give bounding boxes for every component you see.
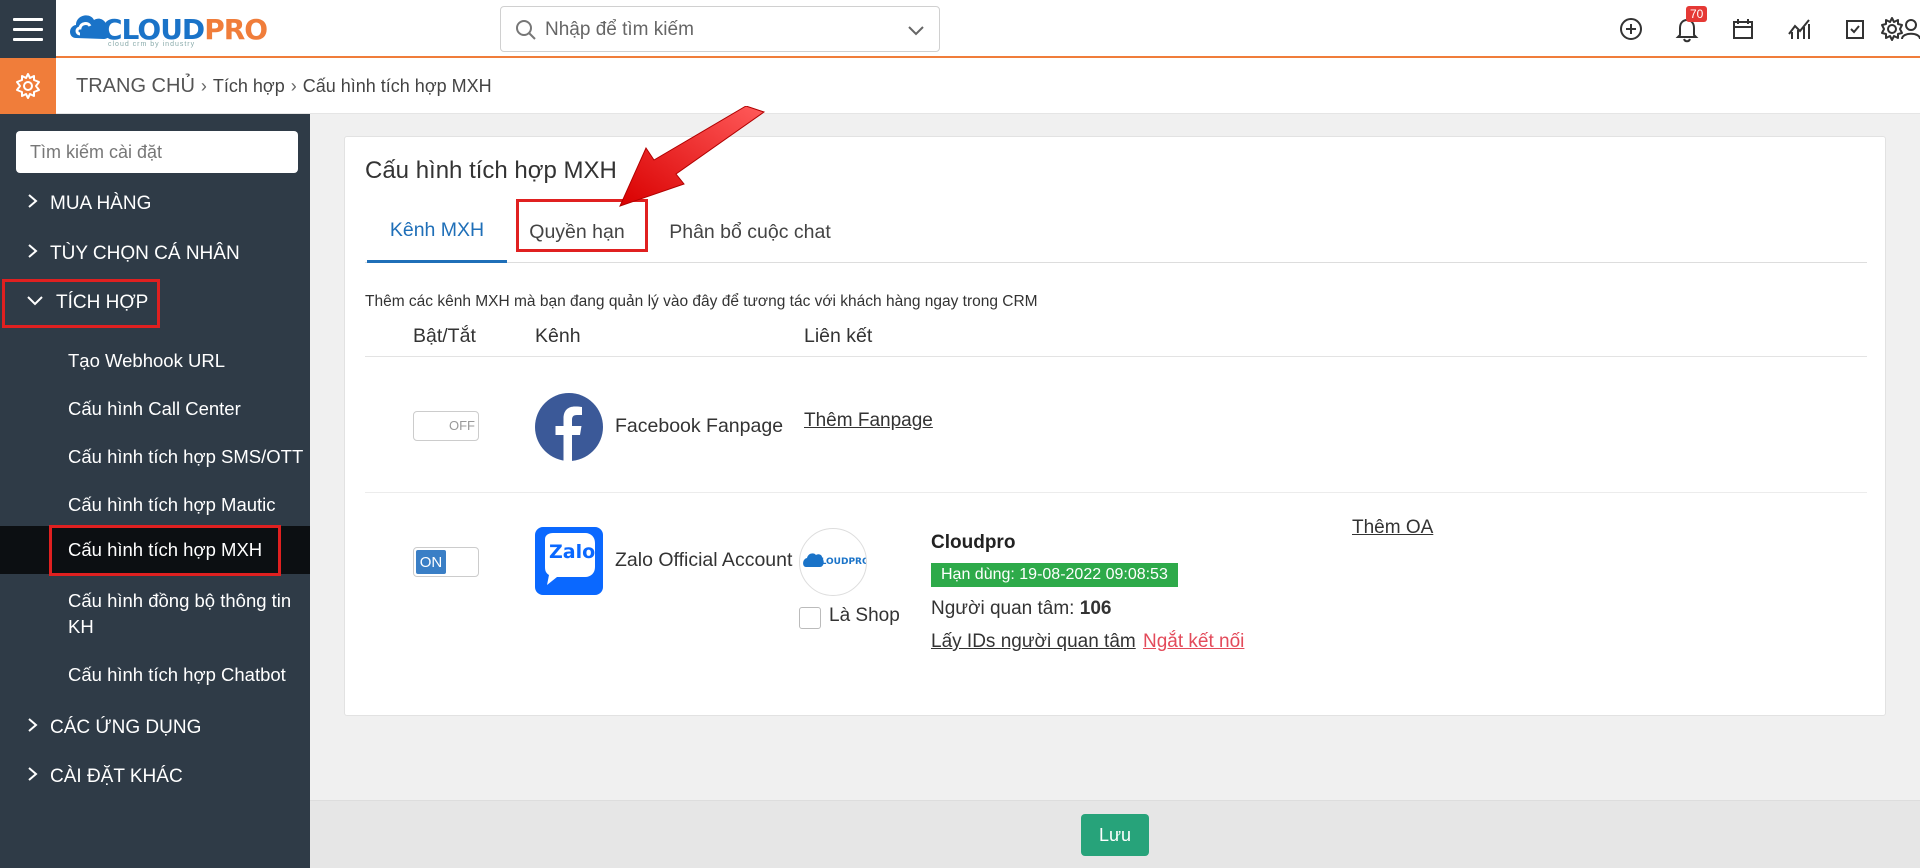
chevron-right-icon <box>26 717 50 739</box>
hamburger-menu-icon[interactable] <box>0 0 56 58</box>
channel-name-facebook: Facebook Fanpage <box>615 415 784 437</box>
column-header-toggle: Bật/Tắt <box>413 325 476 347</box>
header-actions: 70 <box>1500 6 1920 44</box>
zalo-logo-text: Zalo <box>549 541 596 563</box>
expiry-badge: Hạn dùng: 19-08-2022 09:08:53 <box>931 563 1178 587</box>
chevron-right-icon <box>26 243 50 265</box>
facebook-toggle[interactable]: OFF <box>413 411 479 441</box>
sidebar-item-chatbot[interactable]: Cấu hình tích hợp Chatbot <box>0 662 310 688</box>
global-search[interactable] <box>500 6 940 52</box>
chevron-right-icon: › <box>290 76 297 96</box>
disconnect-link[interactable]: Ngắt kết nối <box>1143 631 1244 653</box>
sidebar-section-label: TÍCH HỢP <box>56 292 149 313</box>
breadcrumb-bar: TRANG CHỦ › Tích hợp › Cấu hình tích hợp MXH <box>0 58 1920 114</box>
sidebar-section-cai-dat-khac[interactable]: CÀI ĐẶT KHÁC <box>0 755 310 799</box>
chevron-right-icon <box>26 766 50 788</box>
tab-kenh-mxh[interactable]: Kênh MXH <box>367 201 507 263</box>
top-bar: CLOUDPRO cloud crm by industry 70 <box>0 0 1920 58</box>
main-content: Cấu hình tích hợp MXH Kênh MXH Quyền hạn… <box>310 106 1920 868</box>
tab-bar: Kênh MXH Quyền hạn Phân bổ cuộc chat <box>365 201 1867 263</box>
sidebar-section-tuy-chon[interactable]: TÙY CHỌN CÁ NHÂN <box>0 232 310 276</box>
page-title: Cấu hình tích hợp MXH <box>365 157 617 184</box>
followers-value: 106 <box>1079 598 1112 619</box>
notification-count-badge: 70 <box>1686 6 1708 22</box>
sidebar-item-call-center[interactable]: Cấu hình Call Center <box>0 396 310 422</box>
save-button[interactable]: Lưu <box>1081 814 1149 856</box>
chevron-right-icon <box>26 193 50 215</box>
table-row-facebook: OFF Facebook Fanpage Thêm Fanpage <box>365 357 1867 493</box>
zalo-toggle[interactable]: ON <box>413 547 479 577</box>
toggle-on-label: ON <box>416 550 446 574</box>
sidebar-section-ung-dung[interactable]: CÁC ỨNG DỤNG <box>0 706 310 750</box>
sidebar-item-sms-ott[interactable]: Cấu hình tích hợp SMS/OTT <box>0 444 310 470</box>
breadcrumb-level1[interactable]: Tích hợp <box>213 76 285 96</box>
sidebar-section-tich-hop[interactable]: TÍCH HỢP <box>0 281 310 325</box>
sidebar-section-label: CÀI ĐẶT KHÁC <box>50 766 183 787</box>
sidebar-section-label: CÁC ỨNG DỤNG <box>50 717 202 738</box>
add-fanpage-link[interactable]: Thêm Fanpage <box>804 410 933 432</box>
oa-avatar-text: CLOUDPRO <box>814 557 867 567</box>
sidebar-item-mxh[interactable]: Cấu hình tích hợp MXH <box>0 526 310 574</box>
table-header: Bật/Tắt Kênh Liên kết <box>365 315 1867 357</box>
sidebar-item-webhook[interactable]: Tạo Webhook URL <box>0 348 310 374</box>
add-oa-link[interactable]: Thêm OA <box>1352 517 1433 539</box>
gear-icon <box>16 73 40 99</box>
is-shop-checkbox[interactable] <box>799 607 821 629</box>
oa-avatar: CLOUDPRO <box>799 528 867 596</box>
chevron-down-icon[interactable] <box>907 21 925 39</box>
notifications-button[interactable]: 70 <box>1672 6 1708 44</box>
followers-count: Người quan tâm: 106 <box>931 598 1111 620</box>
facebook-icon <box>535 393 603 461</box>
logo-tagline: cloud crm by industry <box>108 41 196 48</box>
channels-description: Thêm các kênh MXH mà bạn đang quản lý và… <box>365 293 1038 310</box>
sidebar-section-mua-hang[interactable]: MUA HÀNG <box>0 182 310 226</box>
sidebar-item-dong-bo-kh[interactable]: Cấu hình đồng bộ thông tin KH <box>0 588 300 640</box>
sidebar-section-label: TÙY CHỌN CÁ NHÂN <box>50 243 240 264</box>
breadcrumb-home[interactable]: TRANG CHỦ <box>76 75 195 97</box>
search-icon <box>516 20 536 40</box>
sidebar-section-label: MUA HÀNG <box>50 193 152 214</box>
channel-name-zalo: Zalo Official Account <box>615 549 793 571</box>
calendar-icon[interactable] <box>1728 14 1758 44</box>
chevron-down-icon <box>26 292 50 314</box>
settings-sidebar: MUA HÀNG TÙY CHỌN CÁ NHÂN TÍCH HỢP Tạo W… <box>0 114 310 868</box>
breadcrumb-current: Cấu hình tích hợp MXH <box>302 76 492 96</box>
global-search-input[interactable] <box>545 15 885 45</box>
settings-section-icon[interactable] <box>0 58 56 114</box>
get-follower-ids-link[interactable]: Lấy IDs người quan tâm <box>931 631 1136 653</box>
footer-bar: Lưu <box>310 800 1920 868</box>
table-row-zalo: ON Zalo Zalo Official Account CLOUDPRO L… <box>365 493 1867 693</box>
column-header-channel: Kênh <box>535 325 581 347</box>
settings-card: Cấu hình tích hợp MXH Kênh MXH Quyền hạn… <box>344 136 1886 716</box>
sidebar-item-mautic[interactable]: Cấu hình tích hợp Mautic <box>0 492 310 518</box>
chevron-right-icon: › <box>200 76 207 96</box>
oa-account-name: Cloudpro <box>931 532 1016 553</box>
settings-gear-icon[interactable] <box>1877 14 1907 44</box>
app-logo[interactable]: CLOUDPRO cloud crm by industry <box>66 4 276 52</box>
add-circle-icon[interactable] <box>1616 14 1646 44</box>
is-shop-label: Là Shop <box>829 605 900 626</box>
task-check-icon[interactable] <box>1840 14 1870 44</box>
settings-search-input[interactable] <box>16 131 298 173</box>
followers-label: Người quan tâm: <box>931 598 1075 619</box>
annotation-arrow-icon <box>619 106 766 207</box>
column-header-link: Liên kết <box>804 325 873 347</box>
toggle-off-label: OFF <box>449 418 475 433</box>
zalo-icon: Zalo <box>535 527 603 595</box>
breadcrumb: TRANG CHỦ › Tích hợp › Cấu hình tích hợp MXH <box>76 75 492 98</box>
chart-icon[interactable] <box>1784 14 1814 44</box>
